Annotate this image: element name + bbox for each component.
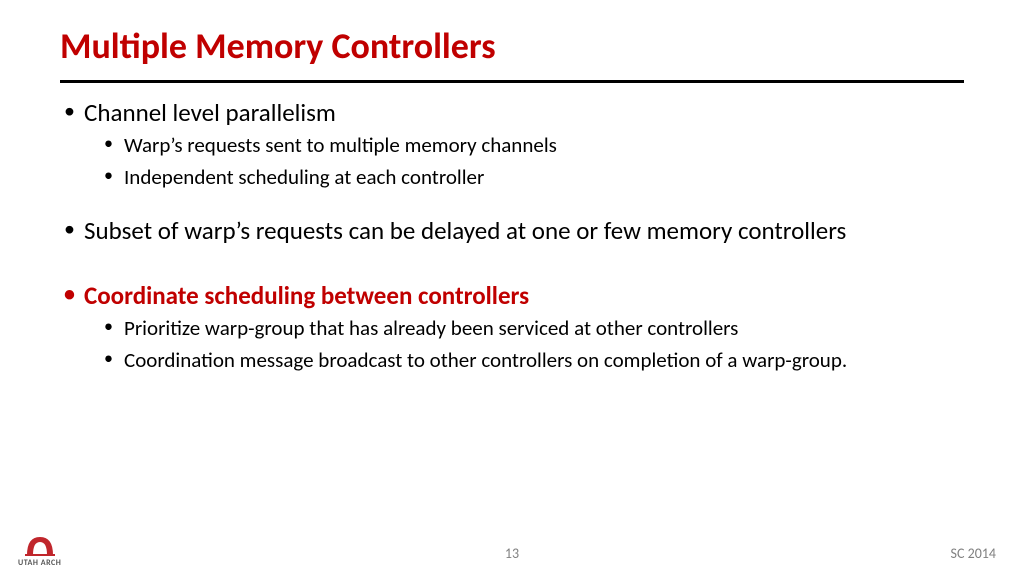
bullet-list-3: Coordinate scheduling between controller… bbox=[60, 280, 964, 374]
logo-text: UTAH ARCH bbox=[18, 558, 61, 568]
bullet-1a: Warp’s requests sent to multiple memory … bbox=[84, 132, 964, 159]
logo: UTAH ARCH bbox=[18, 533, 61, 568]
spacer bbox=[60, 252, 964, 280]
bullet-1b: Independent scheduling at each controlle… bbox=[84, 164, 964, 191]
bullet-list: Channel level parallelism Warp’s request… bbox=[60, 97, 964, 191]
title-rule bbox=[60, 80, 964, 83]
page-number: 13 bbox=[0, 545, 1024, 562]
slide-title: Multiple Memory Controllers bbox=[60, 24, 964, 68]
bullet-3a: Prioritize warp-group that has already b… bbox=[84, 315, 964, 342]
bullet-1-sublist: Warp’s requests sent to multiple memory … bbox=[84, 132, 964, 191]
bullet-3: Coordinate scheduling between controller… bbox=[60, 280, 964, 374]
bullet-1-text: Channel level parallelism bbox=[84, 97, 336, 128]
bullet-3-text: Coordinate scheduling between controller… bbox=[84, 280, 529, 311]
conference-label: SC 2014 bbox=[951, 545, 996, 562]
bullet-2: Subset of warp’s requests can be delayed… bbox=[60, 215, 964, 246]
spacer bbox=[60, 197, 964, 215]
slide: Multiple Memory Controllers Channel leve… bbox=[0, 0, 1024, 576]
bullet-3-sublist: Prioritize warp-group that has already b… bbox=[84, 315, 964, 374]
bullet-list-2: Subset of warp’s requests can be delayed… bbox=[60, 215, 964, 246]
arch-icon bbox=[23, 533, 57, 557]
bullet-1: Channel level parallelism Warp’s request… bbox=[60, 97, 964, 191]
bullet-3b: Coordination message broadcast to other … bbox=[84, 347, 964, 374]
